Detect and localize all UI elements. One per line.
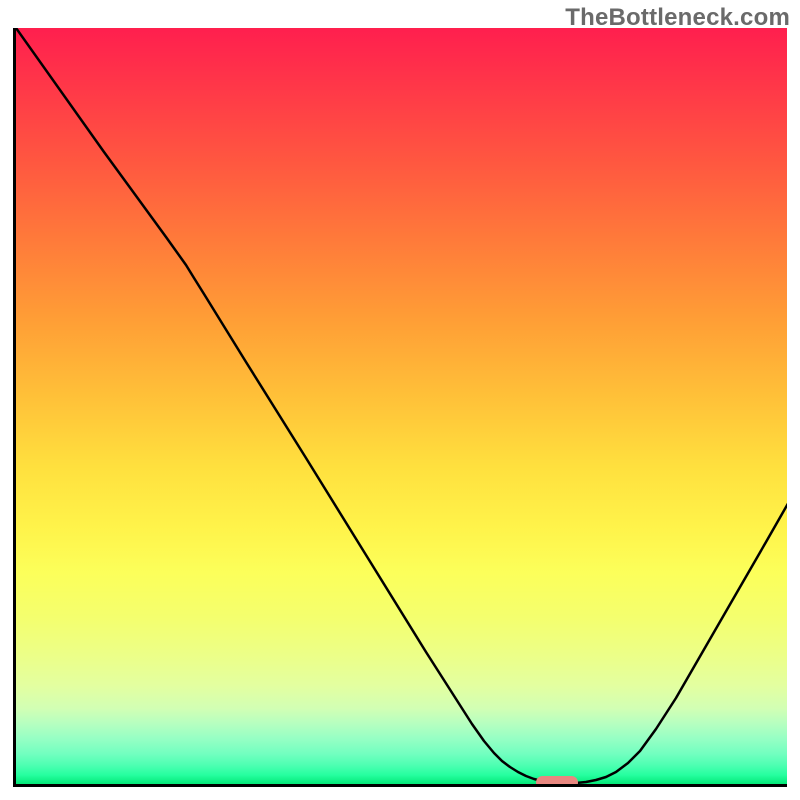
optimal-marker (536, 776, 578, 787)
bottleneck-chart: TheBottleneck.com (0, 0, 800, 800)
bottleneck-curve (16, 28, 787, 787)
plot-area (13, 28, 787, 787)
